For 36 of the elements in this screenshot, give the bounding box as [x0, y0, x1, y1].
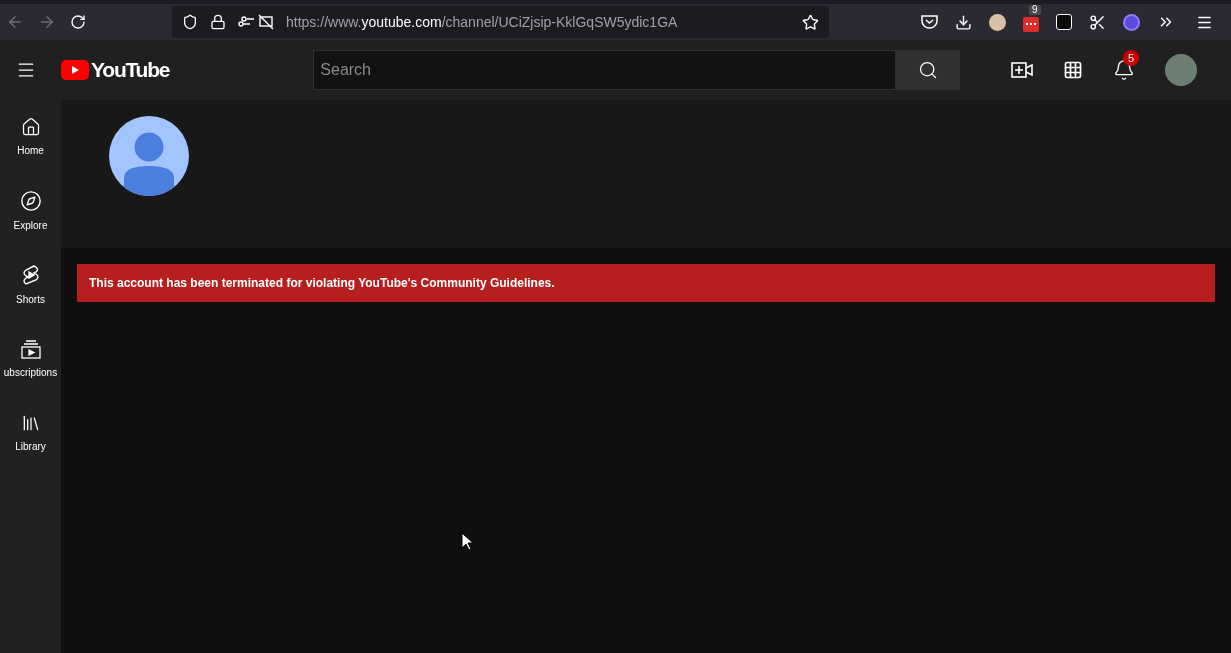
- shield-icon[interactable]: [182, 14, 198, 30]
- subscriptions-icon: [20, 338, 41, 359]
- play-logo-icon[interactable]: [61, 60, 89, 80]
- user-avatar[interactable]: [1165, 54, 1197, 86]
- sidebar-item[interactable]: Home: [0, 100, 61, 174]
- permissions-icon[interactable]: [238, 14, 274, 30]
- notification-badge: 5: [1123, 50, 1139, 66]
- sidebar-item[interactable]: Library: [0, 396, 61, 470]
- extension-icon[interactable]: [1023, 16, 1039, 32]
- apps-grid-icon[interactable]: [1063, 60, 1083, 80]
- termination-alert: This account has been terminated for violating YouTube's Community Guidelines.: [77, 264, 1215, 302]
- shorts-icon: [20, 263, 41, 286]
- home-icon: [20, 116, 41, 137]
- download-icon[interactable]: [955, 13, 972, 31]
- pocket-icon[interactable]: [921, 14, 938, 30]
- back-icon[interactable]: [6, 13, 24, 31]
- sidebar-item[interactable]: Explore: [0, 174, 61, 248]
- profile-avatar[interactable]: [989, 13, 1006, 31]
- search-field[interactable]: Search: [313, 50, 897, 90]
- sidebar-item[interactable]: Shorts: [0, 248, 61, 322]
- extension-badge: 9: [1029, 4, 1041, 15]
- sidebar-item[interactable]: ubscriptions: [0, 322, 61, 396]
- search-icon: [918, 60, 939, 80]
- search-button[interactable]: [896, 50, 961, 90]
- scissors-icon[interactable]: [1089, 13, 1106, 31]
- reload-icon[interactable]: [70, 14, 86, 30]
- address-bar[interactable]: https://www.youtube.com/channel/UCiZjsip-KklGqSW5ydic1GA: [172, 6, 829, 38]
- compass-icon: [19, 189, 42, 212]
- lock-icon[interactable]: [210, 14, 226, 30]
- create-video-icon[interactable]: [1011, 62, 1033, 78]
- mouse-cursor-icon: [461, 532, 473, 551]
- channel-avatar-icon: [109, 116, 189, 196]
- url-text: https://www.youtube.com/channel/UCiZjsip-KklGqSW5ydic1GA: [286, 12, 678, 32]
- bookmark-star-icon[interactable]: [802, 13, 819, 31]
- forward-icon[interactable]: [38, 13, 56, 31]
- logo-text[interactable]: YouTube: [91, 54, 170, 86]
